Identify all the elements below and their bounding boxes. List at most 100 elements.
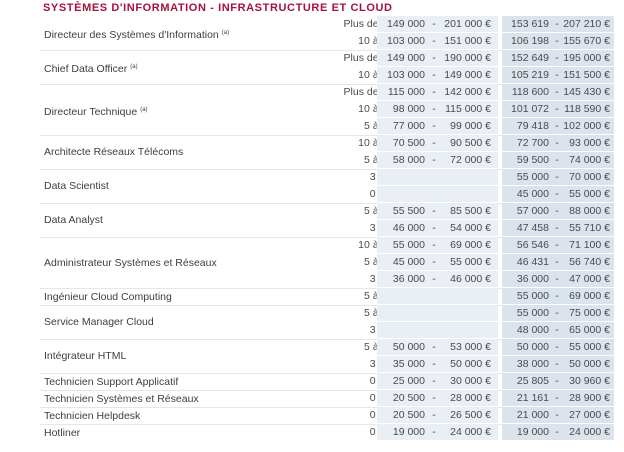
salary-max: 90 500 € xyxy=(450,137,491,149)
salary-range-previous: 103 000-149 000 € xyxy=(377,67,498,83)
salary-max: 46 000 € xyxy=(450,273,491,285)
range-dash: - xyxy=(555,188,559,200)
range-dash: - xyxy=(432,341,436,353)
salary-min: 55 000 xyxy=(392,239,425,251)
salary-max: 102 000 € xyxy=(563,120,610,132)
salary-range-current: 46 431-56 740 € xyxy=(502,254,614,270)
salary-max: 28 000 € xyxy=(450,392,491,404)
salary-min: 59 500 xyxy=(516,154,549,166)
salary-max: 55 710 € xyxy=(569,222,610,234)
range-dash: - xyxy=(432,392,436,404)
range-dash: - xyxy=(432,205,436,217)
range-dash: - xyxy=(432,154,436,166)
salary-range-previous: 70 500- 90 500 € xyxy=(377,135,498,151)
range-dash: - xyxy=(432,86,436,98)
salary-range-previous: 35 000- 50 000 € xyxy=(377,356,498,372)
salary-max: 55 000 € xyxy=(450,256,491,268)
salary-min: 55 000 xyxy=(516,290,549,302)
salary-min: 25 000 xyxy=(392,375,425,387)
salary-range-current: 21 161-28 900 € xyxy=(502,390,614,406)
salary-min: 58 000 xyxy=(392,154,425,166)
salary-range-previous xyxy=(377,305,498,321)
range-dash: - xyxy=(432,358,436,370)
job-title: Chief Data Officer (a) xyxy=(44,63,138,75)
salary-max: 118 590 € xyxy=(564,103,610,115)
salary-min: 35 000 xyxy=(392,358,425,370)
salary-range-previous: 19 000- 24 000 € xyxy=(377,424,498,440)
salary-range-previous xyxy=(377,322,498,338)
salary-min: 55 000 xyxy=(516,307,549,319)
range-dash: - xyxy=(555,392,559,404)
range-dash: - xyxy=(432,137,436,149)
salary-range-current: 21 000-27 000 € xyxy=(502,407,614,423)
salary-min: 50 000 xyxy=(516,341,549,353)
salary-range-previous: 58 000- 72 000 € xyxy=(377,152,498,168)
salary-max: 74 000 € xyxy=(569,154,610,166)
salary-range-previous: 36 000- 46 000 € xyxy=(377,271,498,287)
salary-range-previous: 20 500- 28 000 € xyxy=(377,390,498,406)
range-dash: - xyxy=(555,86,559,98)
job-title: Directeur des Systèmes d'Information (a) xyxy=(44,29,230,41)
job-title: Intégrateur HTML xyxy=(44,350,127,362)
salary-max: 28 900 € xyxy=(569,392,610,404)
salary-max: 115 000 € xyxy=(445,103,491,115)
salary-range-previous: 149 000-190 000 € xyxy=(377,50,498,66)
salary-max: 30 960 € xyxy=(569,375,610,387)
salary-min: 57 000 xyxy=(516,205,549,217)
table-row: Plus de 15 ans115 000-142 000 €118 600-1… xyxy=(40,84,614,101)
salary-min: 47 458 xyxy=(516,222,549,234)
salary-min: 38 000 xyxy=(516,358,549,370)
salary-range-current: 152 649-195 000 € xyxy=(502,50,614,66)
salary-max: 72 000 € xyxy=(450,154,491,166)
salary-max: 56 740 € xyxy=(569,256,610,268)
salary-max: 155 670 € xyxy=(563,35,610,47)
salary-range-previous xyxy=(377,186,498,202)
salary-range-previous xyxy=(377,169,498,185)
range-dash: - xyxy=(432,18,436,30)
table-row: 10 à 15 ans55 000-69 000 €56 546-71 100 … xyxy=(40,237,614,254)
range-dash: - xyxy=(432,426,436,438)
salary-max: 53 000 € xyxy=(450,341,491,353)
salary-range-previous: 45 000- 55 000 € xyxy=(377,254,498,270)
salary-max: 24 000 € xyxy=(450,426,491,438)
salary-max: 30 000 € xyxy=(450,375,491,387)
footnote-marker: (a) xyxy=(221,30,230,36)
range-dash: - xyxy=(432,52,436,64)
footnote-marker: (a) xyxy=(130,64,138,70)
salary-max: 88 000 € xyxy=(569,205,610,217)
salary-max: 71 100 € xyxy=(569,239,610,251)
range-dash: - xyxy=(555,290,559,302)
range-dash: - xyxy=(432,375,436,387)
salary-max: 201 000 € xyxy=(444,18,491,30)
salary-min: 55 500 xyxy=(392,205,425,217)
salary-min: 77 000 xyxy=(392,120,425,132)
range-dash: - xyxy=(555,426,559,438)
footnote-marker: (a) xyxy=(140,106,148,113)
salary-min: 36 000 xyxy=(516,273,549,285)
salary-max: 54 000 € xyxy=(450,222,491,234)
salary-max: 151 000 € xyxy=(444,35,491,47)
salary-min: 106 198 xyxy=(511,35,549,47)
salary-max: 55 000 € xyxy=(569,188,610,200)
salary-min: 103 000 xyxy=(387,69,425,81)
range-dash: - xyxy=(432,69,436,81)
salary-min: 46 000 xyxy=(392,222,425,234)
salary-min: 19 000 xyxy=(392,426,425,438)
range-dash: - xyxy=(555,324,559,336)
range-dash: - xyxy=(555,205,559,217)
range-dash: - xyxy=(432,35,436,47)
salary-range-current: 45 000-55 000 € xyxy=(502,186,614,202)
salary-range-current: 38 000-50 000 € xyxy=(502,356,614,372)
salary-min: 101 072 xyxy=(511,103,549,115)
range-dash: - xyxy=(555,256,559,268)
range-dash: - xyxy=(555,171,559,183)
salary-range-current: 57 000-88 000 € xyxy=(502,203,614,219)
salary-max: 65 000 € xyxy=(569,324,610,336)
salary-range-previous: 103 000-151 000 € xyxy=(377,33,498,49)
salary-range-previous: 55 500- 85 500 € xyxy=(377,203,498,219)
salary-range-current: 79 418-102 000 € xyxy=(502,118,614,134)
salary-min: 152 649 xyxy=(511,52,549,64)
salary-range-previous: 25 000- 30 000 € xyxy=(377,373,498,389)
salary-max: 145 430 € xyxy=(563,86,610,98)
salary-min: 70 500 xyxy=(392,137,425,149)
